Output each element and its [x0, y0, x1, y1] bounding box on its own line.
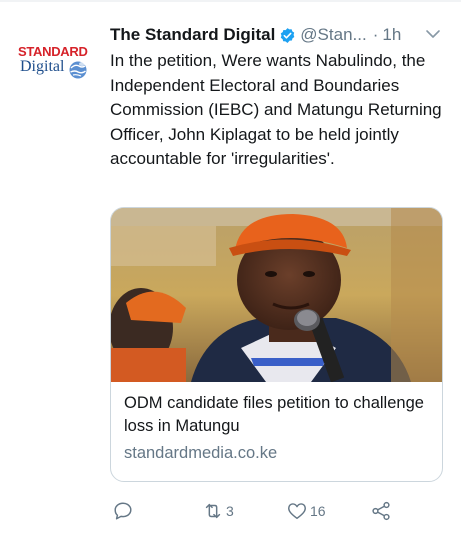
like-button[interactable]: 16 [286, 497, 326, 525]
logo-wordmark-top: STANDARD [18, 44, 88, 59]
tweet-header: The Standard Digital @Stan... · 1h [110, 22, 450, 48]
reply-button[interactable] [112, 497, 136, 525]
divider [0, 0, 461, 2]
author-name[interactable]: The Standard Digital [110, 25, 275, 45]
globe-icon [69, 61, 87, 79]
avatar[interactable]: STANDARD Digital [18, 44, 98, 92]
author-handle[interactable]: @Stan... [300, 25, 366, 45]
tweet[interactable]: STANDARD Digital The Standard Digital @S… [0, 0, 461, 538]
retweet-button[interactable]: 3 [202, 497, 234, 525]
heart-icon [288, 503, 306, 520]
separator-dot: · [372, 25, 379, 44]
share-icon [372, 501, 390, 521]
verified-badge-icon [281, 27, 295, 43]
card-title: ODM candidate files petition to challeng… [124, 394, 424, 435]
link-card[interactable]: ODM candidate files petition to challeng… [110, 207, 443, 482]
logo-wordmark-bottom: Digital [20, 58, 65, 75]
timestamp[interactable]: 1h [382, 25, 401, 45]
share-button[interactable] [370, 497, 392, 525]
card-image [111, 208, 442, 382]
like-count: 16 [310, 503, 326, 519]
tweet-text: In the petition, Were wants Nabulindo, t… [110, 51, 442, 168]
reply-icon [114, 502, 132, 520]
card-domain: standardmedia.co.ke [124, 444, 278, 462]
retweet-count: 3 [226, 503, 234, 519]
action-bar: 3 16 [110, 497, 450, 525]
retweet-icon [205, 503, 221, 519]
chevron-down-icon[interactable] [424, 25, 442, 43]
